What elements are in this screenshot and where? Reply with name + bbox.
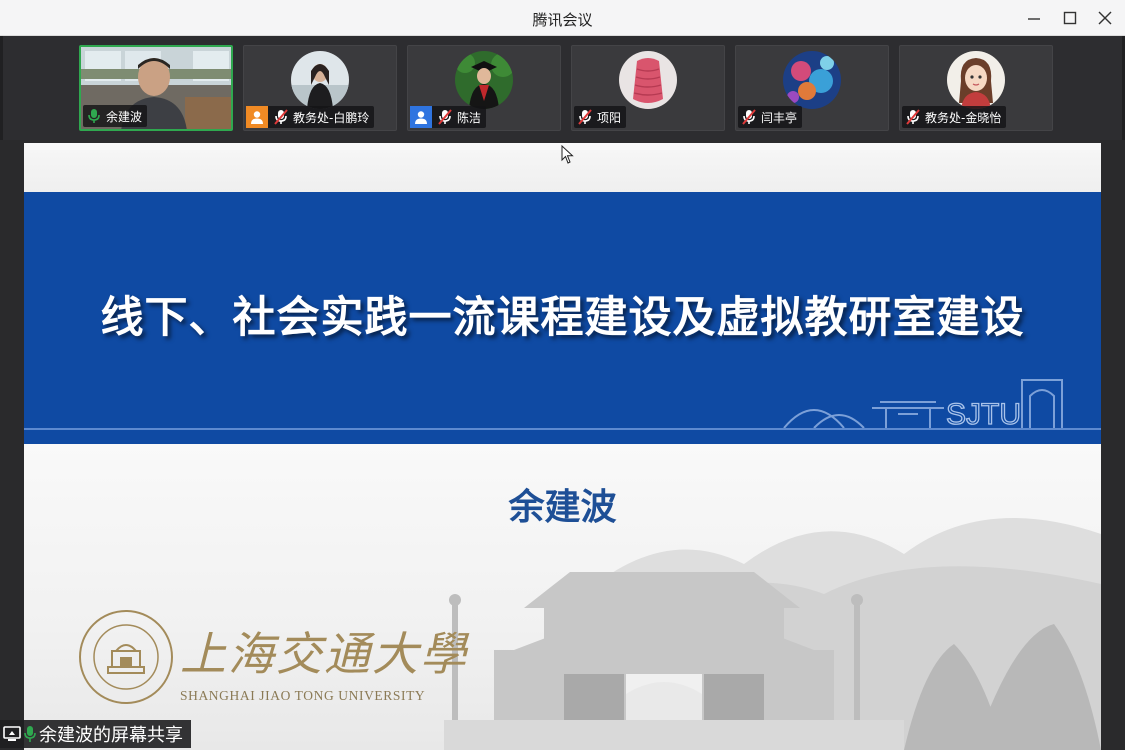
participant-namebar: 余建波 [83, 105, 148, 127]
participant-namebar: 闫丰亭 [738, 106, 803, 128]
mouse-cursor-icon [561, 145, 574, 164]
participant-namebar: 教务处-白鹏玲 [246, 106, 375, 128]
window-title: 腾讯会议 [532, 11, 593, 29]
participant-tile[interactable]: 项阳 [571, 45, 725, 131]
participant-strip: 余建波 教务处-白鹏玲 陈洁 项阳 闫丰亭 教务处-金晓怡 [0, 36, 1125, 140]
user-icon [246, 106, 268, 128]
avatar [783, 51, 841, 109]
avatar [455, 51, 513, 109]
close-icon [1098, 11, 1112, 25]
participant-name: 陈洁 [457, 110, 482, 125]
participant-namebar: 项阳 [574, 106, 627, 128]
participant-name: 余建波 [106, 109, 143, 124]
mic-on-icon [85, 107, 103, 125]
presenter-name: 余建波 [508, 487, 617, 528]
mic-muted-icon [576, 108, 594, 126]
participant-tile[interactable]: 余建波 [79, 45, 233, 131]
minimize-button[interactable] [1022, 6, 1046, 30]
participant-tile[interactable]: 教务处-金晓怡 [899, 45, 1053, 131]
user-icon [410, 106, 432, 128]
mic-on-icon [23, 725, 37, 743]
screen-share-text: 余建波的屏幕共享 [39, 725, 183, 746]
title-bar: 腾讯会议 [0, 0, 1125, 36]
participant-namebar: 陈洁 [410, 106, 487, 128]
sjtu-emblem-icon [79, 610, 173, 704]
participant-name: 项阳 [597, 110, 622, 125]
avatar [619, 51, 677, 109]
participant-name: 闫丰亭 [761, 110, 798, 125]
screen-share-icon [3, 725, 21, 743]
maximize-icon [1063, 11, 1077, 25]
participant-namebar: 教务处-金晓怡 [902, 106, 1007, 128]
mic-muted-icon [904, 108, 922, 126]
close-button[interactable] [1093, 6, 1117, 30]
avatar [291, 51, 349, 109]
mic-muted-icon [436, 108, 454, 126]
minimize-icon [1028, 18, 1040, 20]
maximize-button[interactable] [1058, 6, 1082, 30]
participant-tile[interactable]: 闫丰亭 [735, 45, 889, 131]
avatar [947, 51, 1005, 109]
participant-tile[interactable]: 陈洁 [407, 45, 561, 131]
participant-tile[interactable]: 教务处-白鹏玲 [243, 45, 397, 131]
slide-headline: 线下、社会实践一流课程建设及虚拟教研室建设 [100, 293, 1025, 343]
participant-name: 教务处-白鹏玲 [293, 110, 370, 125]
university-name-en: SHANGHAI JIAO TONG UNIVERSITY [180, 688, 426, 703]
participant-name: 教务处-金晓怡 [925, 110, 1002, 125]
shared-screen[interactable]: SJTU 线下、社会实践一流课程建设及虚拟教研室建设 上海交通大學 SHANGH… [0, 140, 1125, 750]
university-name-cn: 上海交通大學 [180, 627, 468, 681]
presentation-slide: SJTU 线下、社会实践一流课程建设及虚拟教研室建设 上海交通大學 SHANGH… [24, 143, 1101, 750]
screen-share-label[interactable]: 余建波的屏幕共享 [0, 720, 191, 748]
mic-muted-icon [272, 108, 290, 126]
sjtu-mark: SJTU [946, 398, 1021, 431]
mic-muted-icon [740, 108, 758, 126]
